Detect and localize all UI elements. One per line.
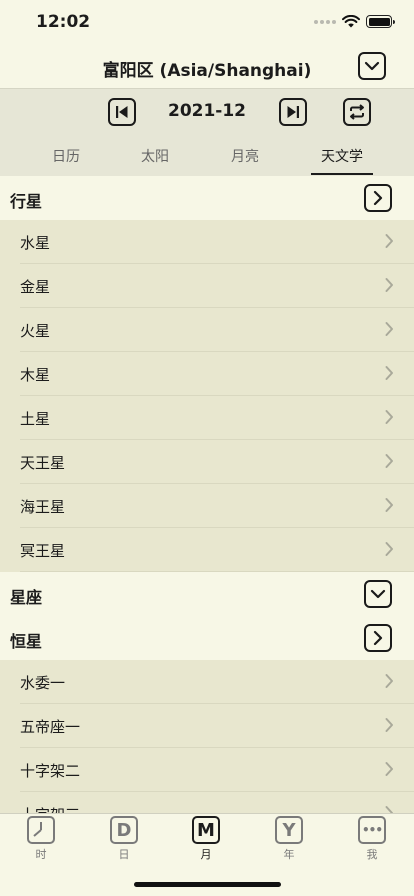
section-header-planets[interactable]: 行星 — [0, 176, 414, 220]
section-title-stars: 恒星 — [10, 632, 43, 651]
section-header-constellations[interactable]: 星座 — [0, 572, 414, 616]
chevron-right-icon — [385, 234, 393, 248]
planet-row-label: 水星 — [20, 234, 51, 252]
tabbar-item-month[interactable]: M月 — [176, 816, 236, 862]
tab-calendar[interactable]: 日历 — [31, 146, 101, 166]
chevron-right-icon — [385, 278, 393, 292]
chevron-right-icon — [373, 190, 383, 206]
star-row-label: 十字架二 — [20, 762, 81, 780]
planet-row-label: 金星 — [20, 278, 51, 296]
star-row-label: 五帝座一 — [20, 718, 81, 736]
planet-row[interactable]: 火星 — [0, 308, 414, 352]
planets-toggle-button[interactable] — [364, 184, 392, 212]
status-indicators — [314, 15, 395, 28]
tabbar-item-more[interactable]: ••• 我 — [342, 816, 402, 862]
planet-row[interactable]: 天王星 — [0, 440, 414, 484]
star-row[interactable]: 水委一 — [0, 660, 414, 704]
year-icon: Y — [275, 816, 303, 844]
tabbar-label: 月 — [200, 848, 212, 861]
more-glyph: ••• — [361, 823, 383, 837]
cellular-signal-icon — [314, 19, 336, 24]
planet-row[interactable]: 木星 — [0, 352, 414, 396]
battery-icon — [366, 15, 395, 28]
skip-forward-icon — [287, 106, 299, 118]
tab-astronomy[interactable]: 天文学 — [307, 146, 377, 166]
more-icon: ••• — [358, 816, 386, 844]
chevron-down-icon — [364, 61, 380, 71]
planet-row-label: 冥王星 — [20, 542, 66, 560]
section-title-constellations: 星座 — [10, 588, 43, 607]
chevron-right-icon — [385, 674, 393, 688]
planet-row[interactable]: 冥王星 — [0, 528, 414, 572]
chevron-right-icon — [385, 322, 393, 336]
chevron-right-icon — [385, 366, 393, 380]
chevron-right-icon — [385, 454, 393, 468]
repeat-button[interactable] — [343, 98, 371, 126]
star-row-label: 水委一 — [20, 674, 66, 692]
tabbar-item-day[interactable]: D日 — [94, 816, 154, 862]
planet-row-label: 海王星 — [20, 498, 66, 516]
year-glyph: Y — [282, 819, 296, 841]
tab-sun[interactable]: 太阳 — [120, 146, 190, 166]
tabbar-item-clock[interactable]: 时 — [11, 816, 71, 862]
home-indicator — [134, 882, 281, 887]
active-tab-indicator — [311, 173, 373, 175]
month-icon: M — [192, 816, 220, 844]
chevron-right-icon — [385, 498, 393, 512]
location-dropdown-button[interactable] — [358, 52, 386, 80]
tabbar-label: 我 — [366, 848, 378, 861]
wifi-icon — [342, 15, 360, 28]
chevron-right-icon — [385, 718, 393, 732]
planet-row-label: 土星 — [20, 410, 51, 428]
planet-row-label: 木星 — [20, 366, 51, 384]
section-header-stars[interactable]: 恒星 — [0, 616, 414, 660]
day-glyph: D — [116, 819, 132, 841]
planet-row[interactable]: 土星 — [0, 396, 414, 440]
planet-row[interactable]: 海王星 — [0, 484, 414, 528]
chevron-right-icon — [385, 762, 393, 776]
section-title-planets: 行星 — [10, 192, 43, 211]
chevron-down-icon — [370, 589, 386, 599]
constellations-toggle-button[interactable] — [364, 580, 392, 608]
month-glyph: M — [197, 819, 215, 841]
planet-row-label: 火星 — [20, 322, 51, 340]
status-bar: 12:02 — [0, 0, 414, 44]
tabbar-label: 年 — [283, 848, 295, 861]
next-month-button[interactable] — [279, 98, 307, 126]
chevron-right-icon — [385, 410, 393, 424]
planet-row[interactable]: 水星 — [0, 220, 414, 264]
day-icon: D — [110, 816, 138, 844]
star-row[interactable]: 五帝座一 — [0, 704, 414, 748]
repeat-icon — [350, 104, 364, 120]
navigation-bar: 富阳区 (Asia/Shanghai) — [0, 44, 414, 88]
page-title: 富阳区 (Asia/Shanghai) — [102, 61, 312, 81]
planet-row[interactable]: 金星 — [0, 264, 414, 308]
tab-moon[interactable]: 月亮 — [210, 146, 280, 166]
status-time: 12:02 — [36, 12, 91, 32]
tabbar-label: 日 — [118, 848, 130, 861]
star-row[interactable]: 十字架二 — [0, 748, 414, 792]
planet-row-label: 天王星 — [20, 454, 66, 472]
clock-icon — [27, 816, 55, 844]
tabbar-label: 时 — [35, 848, 47, 861]
chevron-right-icon — [385, 542, 393, 556]
tabbar-item-year[interactable]: Y年 — [259, 816, 319, 862]
chevron-right-icon — [373, 630, 383, 646]
stars-toggle-button[interactable] — [364, 624, 392, 652]
